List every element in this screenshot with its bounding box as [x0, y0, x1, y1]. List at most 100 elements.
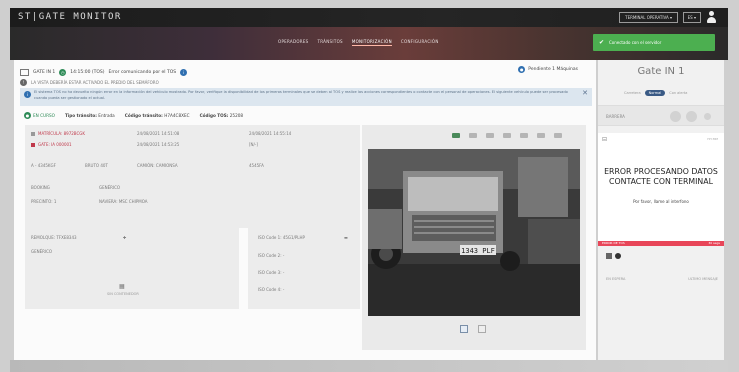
- barrier-extra-button[interactable]: [704, 113, 711, 120]
- iso-card: ISO Code 1: 45G1/PLHP ▬ ISO Code 2: - IS…: [248, 227, 360, 309]
- error-line-1: ERROR PROCESANDO DATOS: [604, 167, 718, 176]
- nav-item-monitorizacion[interactable]: MONITORIZACIÓN: [351, 39, 392, 46]
- chassis-card: REMOLQUE: TFXE8343 ✚ GENÉRICO ▦ SIN CONT…: [25, 227, 239, 309]
- tos-label: Código TOS:: [199, 113, 229, 118]
- empty-value: [N/-]: [249, 142, 258, 147]
- container-icon: ▦: [119, 283, 125, 290]
- tos-value: 25208: [229, 113, 244, 118]
- iso-icon: ▬: [344, 235, 348, 240]
- barrier-label: BARRERA: [606, 114, 625, 119]
- gate-sidebar: Gate IN 1 Carretera Normal Con alerta BA…: [598, 60, 724, 360]
- error-panel: ⊟ HH:MM ERROR PROCESANDO DATOS CONTACTE …: [598, 133, 724, 241]
- semaphore-message: ! LA VISTA DEBERÍA ESTAR ACTIVADO EL PRE…: [20, 79, 159, 86]
- transit-status: EN CURSO: [33, 113, 55, 118]
- grid-icon[interactable]: [606, 253, 612, 259]
- truck-icon: [31, 131, 35, 136]
- error-status-right: 30 segs: [708, 241, 720, 245]
- info-icon[interactable]: i: [180, 68, 188, 76]
- error-title: ERROR PROCESANDO DATOS CONTACTE CON TERM…: [598, 167, 724, 187]
- camera-panel: 1343 PLF: [362, 125, 586, 350]
- vehicle-details-card: MATRÍCULA: 8972BCGK GATE: IA 000001 24/0…: [25, 125, 360, 228]
- matricula: MATRÍCULA: 8972BCGK: [38, 131, 85, 136]
- iso-code-2: ISO Code 2: -: [258, 253, 285, 258]
- info-banner: i El sistema TOS no ha devuelto ningún e…: [20, 88, 592, 106]
- camera-toolbar: [452, 133, 562, 138]
- bottom-band: [10, 360, 728, 372]
- peso-value: BRUTO 40T: [85, 163, 108, 168]
- error-line-2: CONTACTE CON TERMINAL: [609, 177, 713, 186]
- camera-bottom-tools: [460, 325, 486, 333]
- toast-text: Conectado con el servidor: [609, 40, 662, 45]
- camera-tool-4[interactable]: [503, 133, 511, 138]
- mode-right[interactable]: Con alerta: [669, 91, 687, 95]
- sidebar-icons: [606, 253, 621, 259]
- sidebar-footer: EN ESPERA ULTIMO MENSAJE: [606, 277, 718, 281]
- sidebar-title: Gate IN 1: [637, 66, 685, 77]
- main-nav: OPERADORES TRÁNSITOS MONITORIZACIÓN CONF…: [278, 39, 439, 46]
- camion-value: CAMIÓN: CAMIONSA: [137, 163, 178, 168]
- chassis-generic: GENÉRICO: [31, 249, 53, 254]
- main-panel: GATE IN 1 ◷ 14:15:00 (TOS) Error comunic…: [14, 60, 596, 360]
- error-time: HH:MM: [707, 137, 718, 141]
- iso-code-3: ISO Code 3: -: [258, 270, 285, 275]
- gate-detail: GATE: IA 000001: [38, 142, 72, 147]
- nav-item-operadores[interactable]: OPERADORES: [278, 39, 309, 46]
- codigo-value: H7A4C8XEC: [164, 113, 190, 118]
- tipo-label: Tipo tránsito:: [64, 113, 97, 118]
- barrier-down-button[interactable]: [686, 111, 697, 122]
- camera-image[interactable]: 1343 PLF: [368, 149, 580, 316]
- image-icon[interactable]: [460, 325, 468, 333]
- user-icon[interactable]: [706, 11, 717, 24]
- date-processed: 24/08/2021 14:53:25: [137, 142, 180, 147]
- error-subtitle: Por favor, llame al interfono: [633, 199, 689, 204]
- generico-label: GENÉRICO: [99, 185, 121, 190]
- info-banner-text: El sistema TOS no ha devuelto ningún err…: [34, 90, 568, 100]
- error-status-bar: ERROR DE TOS 30 segs: [598, 241, 724, 246]
- truck-photo: 1343 PLF: [368, 149, 580, 316]
- camera-tool-2[interactable]: [469, 133, 477, 138]
- check-icon: ✔: [599, 39, 605, 46]
- error-panel-icon: ⊟: [602, 136, 608, 143]
- precinto-value: PRECINTO: 1: [31, 199, 57, 204]
- person-icon: ●: [518, 66, 526, 73]
- barrier-up-button[interactable]: [670, 111, 681, 122]
- clock-icon: ◷: [59, 68, 67, 76]
- remolque-value: REMOLQUE: TFXE8343: [31, 235, 77, 240]
- barrier-row: BARRERA: [598, 105, 724, 126]
- nav-item-transitos[interactable]: TRÁNSITOS: [318, 39, 343, 46]
- camera-tool-6[interactable]: [537, 133, 545, 138]
- terminal-select[interactable]: TERMINAL OPERATIVA ▾: [619, 12, 678, 23]
- gate-icon: [20, 68, 29, 76]
- connection-toast: ✔ Conectado con el servidor: [593, 34, 715, 51]
- mode-left[interactable]: Carretera: [624, 91, 641, 95]
- close-icon[interactable]: ✕: [582, 90, 588, 97]
- matricula2-value: 4545FA: [249, 163, 264, 168]
- mode-pill[interactable]: Normal: [644, 90, 666, 96]
- gallery-icon[interactable]: [478, 325, 486, 333]
- alert-icon: !: [20, 79, 27, 86]
- gate-small-icon: [31, 142, 35, 147]
- footer-left: EN ESPERA: [606, 277, 626, 281]
- camera-tool-7[interactable]: [554, 133, 562, 138]
- semaphore-text: LA VISTA DEBERÍA ESTAR ACTIVADO EL PREDI…: [31, 80, 159, 85]
- tipo-value: Entrada: [98, 113, 115, 118]
- codigo-label: Código tránsito:: [124, 113, 163, 118]
- date-exit: 24/08/2021 14:55:14: [249, 131, 292, 136]
- camera-icon[interactable]: [615, 253, 621, 259]
- tos-status: Error comunicando por el TOS: [108, 69, 177, 75]
- camera-tool-5[interactable]: [520, 133, 528, 138]
- sidebar-mode: Carretera Normal Con alerta: [624, 90, 687, 96]
- camera-tool-1[interactable]: [452, 133, 460, 138]
- language-select[interactable]: ES ▾: [682, 12, 701, 23]
- nav-item-configuracion[interactable]: CONFIGURACIÓN: [401, 39, 439, 46]
- transit-summary: ● EN CURSO Tipo tránsito: Entrada Código…: [24, 112, 243, 119]
- no-container: SIN CONTENEDOR: [107, 292, 139, 296]
- license-plate: 1343 PLF: [461, 247, 495, 255]
- camera-tool-3[interactable]: [486, 133, 494, 138]
- pending-machines: ● Pendiente 1 Máquinas: [518, 66, 578, 73]
- status-icon: ●: [24, 112, 31, 119]
- gate-label: GATE IN 1: [33, 69, 56, 75]
- top-bar: ST|GATE MONITOR TERMINAL OPERATIVA ▾ ES …: [10, 8, 728, 27]
- footer-right: ULTIMO MENSAJE: [688, 277, 718, 281]
- iso-code-4: ISO Code 4: -: [258, 287, 285, 292]
